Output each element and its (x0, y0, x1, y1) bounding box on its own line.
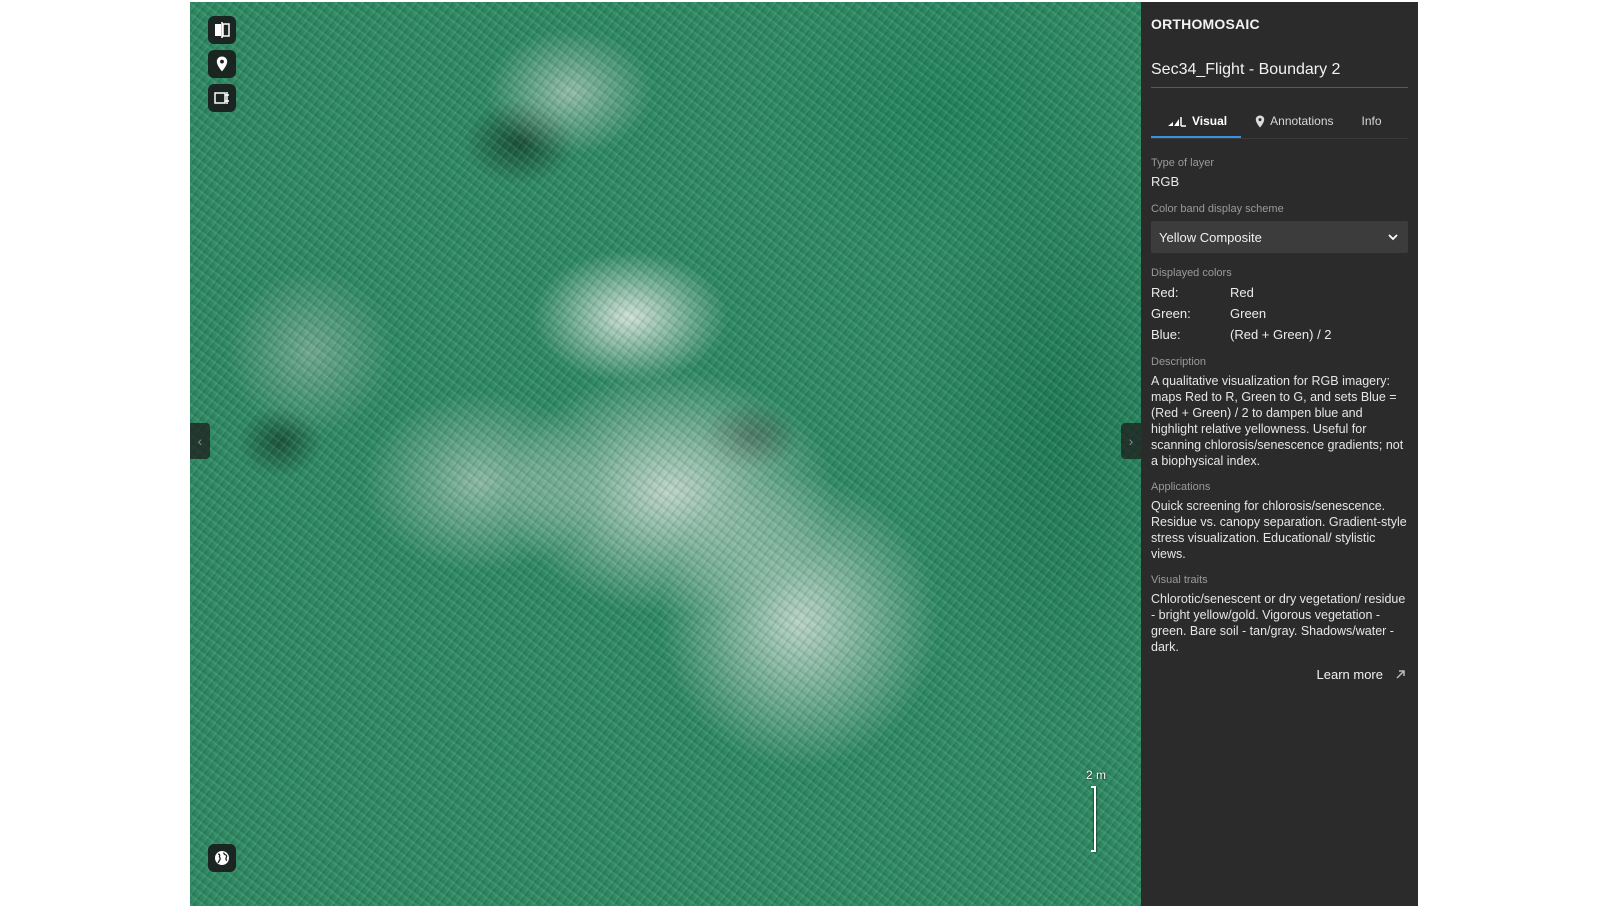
compare-button[interactable] (208, 16, 236, 44)
app-window: ‹ › 2 m ORTHOMOSAIC Sec34_Flight - Bound… (190, 2, 1418, 906)
scheme-select[interactable]: Yellow Composite (1151, 221, 1408, 253)
learn-more-link[interactable]: Learn more (1151, 667, 1408, 682)
pin-icon (1255, 115, 1265, 127)
color-value: Green (1230, 306, 1267, 321)
scheme-value: Yellow Composite (1159, 229, 1262, 245)
scale-label: 2 m (1085, 768, 1106, 782)
applications-label: Applications (1151, 481, 1211, 493)
tab-visual[interactable]: Visual (1151, 106, 1242, 138)
traits-label: Visual traits (1151, 574, 1208, 586)
chevron-right-icon: › (1128, 433, 1134, 449)
tab-visual-label: Visual (1192, 114, 1228, 128)
tab-annotations[interactable]: Annotations (1241, 106, 1347, 136)
measure-icon (214, 92, 229, 104)
layer-title: Sec34_Flight - Boundary 2 (1151, 61, 1408, 88)
traits-text: Chlorotic/senescent or dry vegetation/ r… (1151, 592, 1406, 654)
scheme-label: Color band display scheme (1151, 203, 1284, 215)
tab-info-label: Info (1361, 114, 1382, 128)
type-value: RGB (1151, 174, 1180, 189)
chevron-left-icon: ‹ (197, 433, 203, 449)
type-label: Type of layer (1151, 157, 1214, 169)
color-key: Blue: (1151, 327, 1181, 342)
location-pin-button[interactable] (208, 50, 236, 78)
scale-bar (1091, 786, 1096, 852)
tab-annotations-label: Annotations (1270, 114, 1334, 128)
compare-icon (215, 22, 230, 38)
basemap-button[interactable] (208, 844, 236, 872)
map-scale: 2 m (1074, 768, 1106, 852)
collapse-left-handle[interactable]: ‹ (190, 423, 210, 459)
colors-label: Displayed colors (1151, 267, 1232, 279)
tab-info[interactable]: Info (1348, 106, 1396, 136)
description-text: A qualitative visualization for RGB imag… (1151, 374, 1404, 468)
chart-icon (1168, 117, 1186, 127)
location-pin-icon (216, 56, 228, 72)
map-viewport[interactable]: ‹ › 2 m (190, 2, 1141, 906)
measure-button[interactable] (208, 84, 236, 112)
color-key: Red: (1151, 285, 1179, 300)
map-toolbar (208, 16, 236, 112)
applications-text: Quick screening for chlorosis/senescence… (1151, 499, 1407, 561)
collapse-right-handle[interactable]: › (1121, 423, 1141, 459)
external-link-icon (1396, 670, 1405, 679)
learn-more-label: Learn more (1316, 667, 1383, 682)
color-row-red: Red: Red (1151, 285, 1408, 300)
color-row-blue: Blue: (Red + Green) / 2 (1151, 327, 1408, 342)
color-key: Green: (1151, 306, 1191, 321)
layer-panel: ORTHOMOSAIC Sec34_Flight - Boundary 2 Vi… (1141, 2, 1418, 906)
globe-icon (215, 851, 229, 865)
color-row-green: Green: Green (1151, 306, 1408, 321)
color-value: (Red + Green) / 2 (1230, 327, 1332, 342)
panel-kicker: ORTHOMOSAIC (1151, 16, 1260, 32)
chevron-down-icon (1388, 233, 1398, 240)
description-label: Description (1151, 356, 1207, 368)
color-value: Red (1230, 285, 1254, 300)
panel-tabs: Visual Annotations Info (1151, 106, 1408, 139)
